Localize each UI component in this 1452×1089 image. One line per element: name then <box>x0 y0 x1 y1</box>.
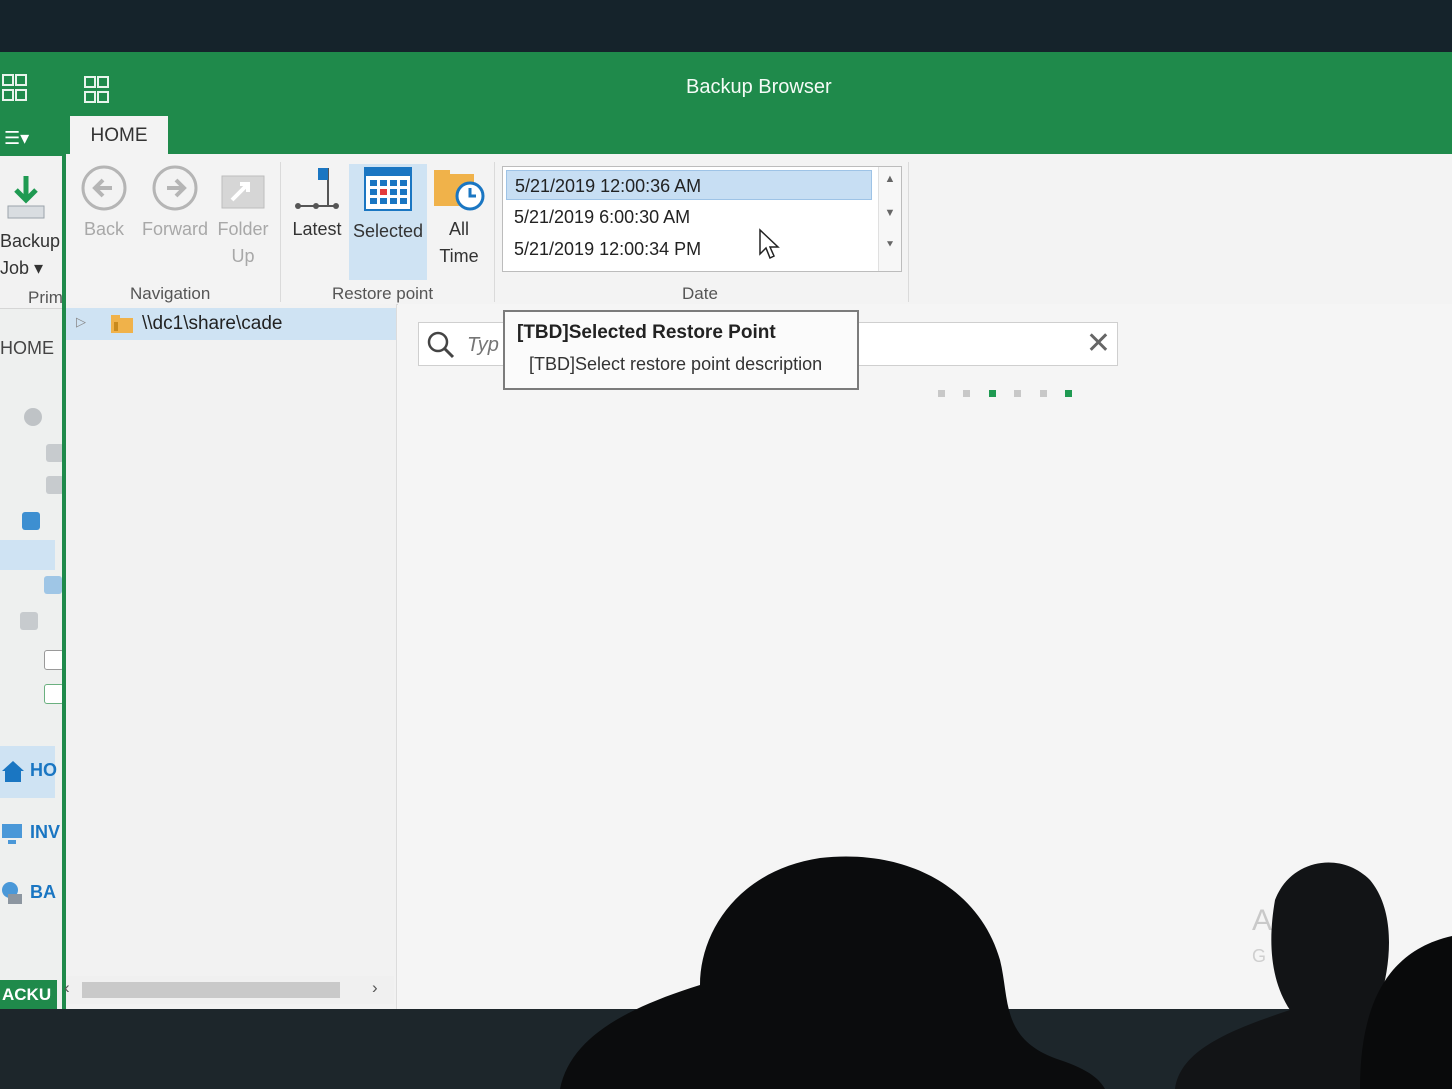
forward-arrow-icon <box>152 165 198 211</box>
app-icon[interactable] <box>84 76 110 106</box>
navigation-group-label: Navigation <box>130 284 211 303</box>
backup-job-button[interactable]: Backup Job ▾ <box>0 228 60 282</box>
folder-tree: ▷ \\dc1\share\cade ‹ › <box>64 304 397 1009</box>
disk-icon[interactable] <box>44 576 62 594</box>
back-label: Back <box>83 219 125 239</box>
latest-label: Latest <box>292 219 342 239</box>
tooltip-title: [TBD]Selected Restore Point <box>517 322 776 343</box>
file-icon[interactable] <box>44 650 64 670</box>
main-menu-icon[interactable]: ☰▾ <box>4 128 29 149</box>
date-item[interactable]: 5/21/2019 12:00:34 PM <box>506 234 872 264</box>
scroll-right-icon[interactable]: › <box>372 978 378 998</box>
tab-home[interactable]: HOME <box>70 116 168 154</box>
dropdown-more-icon[interactable]: ⯆ <box>879 239 901 252</box>
restore-point-group-label: Restore point <box>332 284 434 303</box>
jobs-gear-icon[interactable] <box>24 408 42 426</box>
date-item[interactable]: 5/21/2019 12:00:36 AM <box>506 170 872 200</box>
activate-windows-watermark-sub: G <box>1252 946 1267 966</box>
file-icon[interactable] <box>44 684 64 704</box>
close-icon[interactable]: ✕ <box>1086 327 1111 361</box>
tree-horizontal-scrollbar[interactable]: ‹ › <box>64 976 394 1004</box>
back-button[interactable]: Back <box>76 164 132 243</box>
titlebar: Backup Browser <box>66 52 1452 114</box>
date-group-label: Date <box>682 284 718 303</box>
ribbon-separator <box>494 162 495 302</box>
tooltip-description: [TBD]Select restore point description <box>529 354 823 374</box>
folder-up-label-1: Folder <box>217 219 269 239</box>
scroll-down-icon[interactable]: ▼ <box>879 207 901 219</box>
all-time-folder-clock-icon <box>434 170 485 211</box>
backups-icon[interactable] <box>22 512 40 530</box>
date-list-scrollbar[interactable]: ▲ ▼ ⯆ <box>878 167 901 271</box>
background-ribbon: Backup Job ▾ Prim <box>0 156 63 309</box>
all-time-label-1: All <box>448 219 469 239</box>
tree-item-path: \\dc1\share\cade <box>142 313 283 334</box>
backup-browser-window: Backup Browser HOME Back Forward Folder … <box>62 52 1452 1009</box>
loading-dot <box>1039 390 1047 397</box>
background-titlebar <box>0 52 62 124</box>
projected-screen: ☰▾ Backup Job ▾ Prim HOME HO INV BA ACKU… <box>0 52 1452 1009</box>
file-list-pane: ✕ A Wind G <box>398 304 1452 1009</box>
nav-inventory-label: INV <box>30 822 61 842</box>
scroll-left-icon[interactable]: ‹ <box>64 978 70 998</box>
loading-dot <box>1014 390 1022 397</box>
backup-job-label-1: Backup <box>0 231 61 251</box>
selected-tree-item[interactable] <box>0 540 55 570</box>
ribbon-tabbar: HOME <box>66 114 1452 154</box>
loading-indicator <box>938 384 1086 402</box>
backup-job-icon[interactable] <box>6 174 46 222</box>
selected-button[interactable]: Selected <box>349 164 427 280</box>
tree-item-share[interactable]: ▷ \\dc1\share\cade <box>66 308 396 340</box>
latest-flag-icon <box>295 168 339 209</box>
forward-label: Forward <box>141 219 208 239</box>
window-title: Backup Browser <box>686 76 832 98</box>
loading-dot <box>963 390 971 397</box>
scroll-up-icon[interactable]: ▲ <box>879 173 901 185</box>
nav-inventory[interactable]: INV <box>0 808 60 860</box>
date-list[interactable]: 5/21/2019 12:00:36 AM 5/21/2019 6:00:30 … <box>502 166 902 272</box>
ribbon-separator <box>280 162 281 302</box>
selected-label: Selected <box>352 221 424 241</box>
all-time-label-2: Time <box>439 246 479 266</box>
background-footer: ACKU <box>0 980 57 1009</box>
activate-windows-watermark: A Wind <box>1252 904 1348 937</box>
quick-access-icon[interactable] <box>2 74 28 104</box>
latest-button[interactable]: Latest <box>288 164 346 243</box>
expand-arrow-icon[interactable]: ▷ <box>76 314 86 330</box>
loading-dot <box>938 390 945 397</box>
loading-dot <box>1065 390 1073 397</box>
background-tabrow: ☰▾ <box>0 124 62 156</box>
share-folder-icon <box>111 315 133 333</box>
mouse-cursor-icon <box>759 228 780 260</box>
forward-button[interactable]: Forward <box>138 164 212 243</box>
primary-group-label: Prim <box>28 288 63 307</box>
back-arrow-icon <box>81 165 127 211</box>
library-icon[interactable] <box>20 612 38 630</box>
nav-backup-label: BA <box>30 882 56 902</box>
all-time-button[interactable]: All Time <box>430 164 488 270</box>
background-window: ☰▾ Backup Job ▾ Prim HOME HO INV BA ACKU <box>0 52 64 1009</box>
backup-job-label-2: Job ▾ <box>0 258 44 278</box>
inventory-icon <box>2 824 22 844</box>
folder-up-label-2: Up <box>231 246 255 266</box>
backup-infrastructure-icon <box>2 882 22 904</box>
ribbon-separator <box>908 162 909 302</box>
stage-floor <box>0 1009 1452 1089</box>
nav-home[interactable]: HO <box>0 746 57 798</box>
nav-backup[interactable]: BA <box>0 868 56 920</box>
date-item[interactable]: 5/21/2019 6:00:30 AM <box>506 202 872 232</box>
scrollbar-thumb[interactable] <box>82 982 340 998</box>
background-home-label: HOME <box>0 338 54 358</box>
folder-up-icon <box>221 175 265 209</box>
folder-up-button[interactable]: Folder Up <box>212 164 274 270</box>
search-icon <box>427 331 455 359</box>
nav-home-label: HO <box>30 760 57 780</box>
home-icon <box>2 761 24 782</box>
calendar-icon <box>364 167 412 211</box>
loading-dot <box>988 390 996 397</box>
restore-point-tooltip: [TBD]Selected Restore Point [TBD]Select … <box>503 310 859 390</box>
